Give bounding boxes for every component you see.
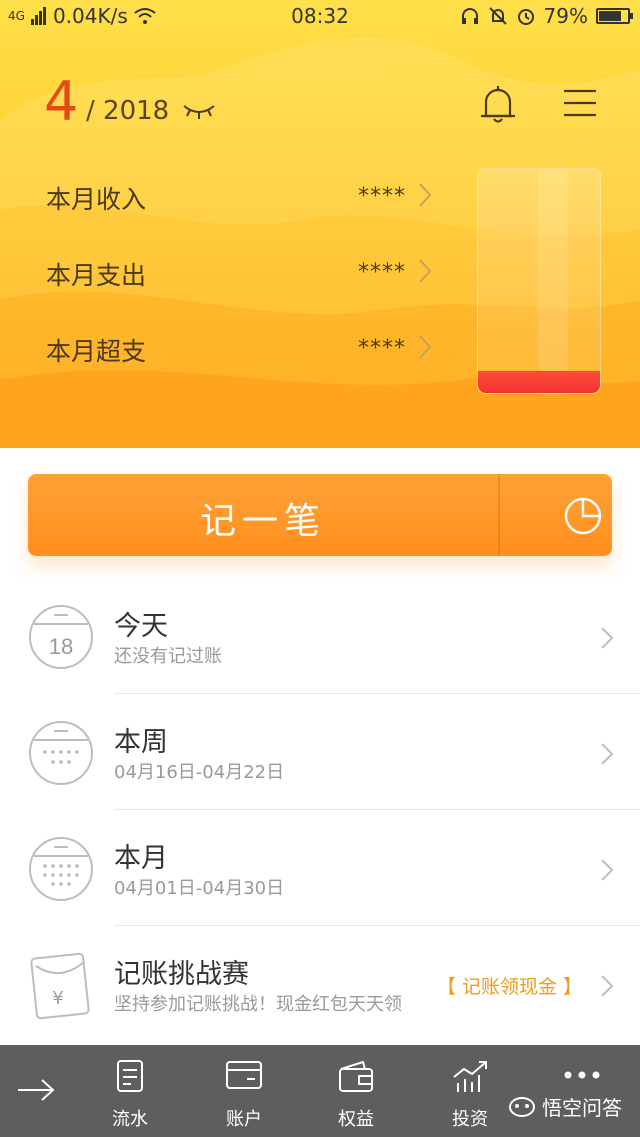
stat-expense[interactable]: 本月支出 **** (46, 252, 436, 292)
calendar-icon (29, 721, 93, 785)
stat-value: **** (358, 336, 406, 361)
promo-link[interactable]: 【 记账领现金 】 (437, 972, 582, 999)
nav-label: 账户 (226, 1109, 262, 1130)
list-item-subtitle: 04月16日-04月22日 (114, 762, 285, 783)
nav-label: 投资 (452, 1109, 488, 1130)
record-button[interactable]: 记一笔 (28, 474, 612, 556)
card-icon (226, 1061, 262, 1089)
chevron-right-icon (419, 183, 432, 207)
hide-amount-eye-icon[interactable] (182, 100, 216, 122)
record-button-label: 记一笔 (199, 501, 326, 542)
watermark: 悟空问答 (508, 1092, 622, 1121)
current-year[interactable]: / 2018 (86, 96, 169, 126)
list-item-subtitle: 还没有记过账 (114, 646, 222, 667)
calendar-icon (29, 837, 93, 901)
calendar-date: 18 (49, 634, 73, 659)
nav-item-collapse[interactable] (0, 1045, 86, 1137)
chevron-right-icon (601, 627, 614, 649)
chevron-right-icon (419, 259, 432, 283)
list-item-today[interactable]: 18 今天 还没有记过账 (0, 578, 640, 694)
chevron-right-icon (419, 335, 432, 359)
stat-value: **** (358, 184, 406, 209)
pie-chart-icon[interactable] (563, 496, 603, 536)
app-screen: 4G 0.04K/s 08:32 79% 4 / 2018 本月收入 **** … (0, 0, 640, 1137)
battery-fill (599, 11, 622, 21)
list-item-subtitle: 04月01日-04月30日 (114, 878, 285, 899)
list-item-month[interactable]: 本月 04月01日-04月30日 (0, 810, 640, 926)
arrow-right-icon (18, 1079, 55, 1101)
battery-icon (596, 8, 633, 24)
battery-percent: 79% (543, 4, 588, 28)
list-item-week[interactable]: 本周 04月16日-04月22日 (0, 694, 640, 810)
bottom-nav: 流水 账户 权益 投资 悟空问答 (0, 1045, 640, 1137)
list-item-title: 记账挑战赛 (114, 959, 249, 990)
more-icon (564, 1071, 600, 1079)
nav-label: 流水 (112, 1109, 148, 1130)
nav-item-invest[interactable]: 投资 (420, 1045, 520, 1137)
jar-level (478, 371, 600, 393)
current-month[interactable]: 4 (44, 72, 78, 132)
budget-jar[interactable] (477, 168, 601, 395)
menu-icon[interactable] (562, 88, 598, 118)
red-envelope-icon: ¥ (30, 952, 90, 1020)
status-bar: 4G 0.04K/s 08:32 79% (0, 0, 640, 32)
nav-item-benefits[interactable]: 权益 (306, 1045, 406, 1137)
nav-item-flow[interactable]: 流水 (80, 1045, 180, 1137)
chart-icon (453, 1061, 487, 1092)
mute-bell-icon (488, 7, 507, 25)
stat-value: **** (358, 260, 406, 285)
stat-label: 本月支出 (46, 261, 147, 290)
headset-icon (461, 8, 478, 24)
list-item-title: 今天 (114, 611, 168, 642)
wukong-logo-icon (509, 1096, 535, 1117)
alarm-icon (517, 9, 534, 25)
header-banner: 4G 0.04K/s 08:32 79% 4 / 2018 本月收入 **** … (0, 0, 640, 448)
list-item-challenge[interactable]: ¥ 记账挑战赛 坚持参加记账挑战！现金红包天天领 【 记账领现金 】 (0, 926, 640, 1042)
watermark-text: 悟空问答 (542, 1096, 622, 1120)
nav-item-more[interactable] (532, 1045, 632, 1137)
chevron-right-icon (601, 975, 614, 997)
list-item-title: 本月 (114, 843, 168, 874)
list-item-title: 本周 (114, 727, 168, 758)
record-divider (498, 474, 500, 556)
note-icon (117, 1060, 143, 1092)
nav-label: 权益 (338, 1109, 374, 1130)
jar-shine (538, 169, 568, 395)
stat-label: 本月超支 (46, 337, 147, 366)
wallet-icon (339, 1060, 373, 1092)
calendar-icon: 18 (29, 605, 93, 669)
stat-overspend[interactable]: 本月超支 **** (46, 328, 436, 368)
stat-label: 本月收入 (46, 185, 147, 214)
list-item-subtitle: 坚持参加记账挑战！现金红包天天领 (114, 994, 402, 1015)
bell-icon[interactable] (478, 84, 518, 126)
nav-item-account[interactable]: 账户 (194, 1045, 294, 1137)
svg-text:¥: ¥ (52, 988, 63, 1009)
stat-income[interactable]: 本月收入 **** (46, 176, 436, 216)
chevron-right-icon (601, 859, 614, 881)
chevron-right-icon (601, 743, 614, 765)
